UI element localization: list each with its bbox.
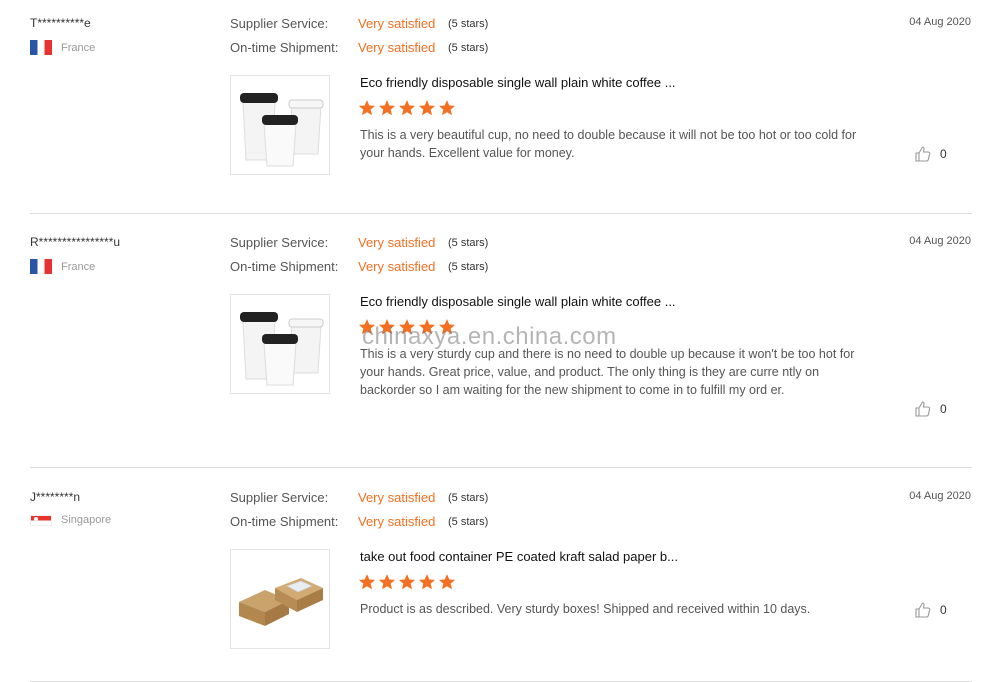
star-icon [398, 319, 416, 335]
singapore-flag-icon [30, 514, 52, 526]
review-date: 04 Aug 2020 [909, 235, 971, 247]
review-text: This is a very beautiful cup, no need to… [360, 128, 857, 160]
supplier-service-label: Supplier Service: [230, 16, 329, 31]
star-icon [418, 574, 436, 590]
supplier-service-rating: Very satisfied [358, 16, 436, 31]
review-star-rating [358, 573, 456, 591]
supplier-service-rating: Very satisfied [358, 490, 436, 505]
star-icon [438, 574, 456, 590]
star-icon [398, 100, 416, 116]
like-count: 0 [940, 402, 947, 416]
review-star-rating [358, 99, 456, 117]
coffee-cups-image [240, 312, 324, 386]
review-date: 04 Aug 2020 [909, 490, 971, 502]
ontime-shipment-stars: (5 stars) [448, 261, 489, 273]
thumbs-up-icon [915, 602, 931, 618]
reviewer-name: R****************u [30, 235, 121, 249]
ontime-shipment-rating: Very satisfied [358, 40, 436, 55]
star-icon [378, 574, 396, 590]
ontime-shipment-label: On-time Shipment: [230, 259, 339, 274]
reviewer-country: Singapore [30, 514, 111, 526]
reviewer-name: J********n [30, 490, 81, 504]
supplier-service-rating: Very satisfied [358, 235, 436, 250]
star-icon [438, 319, 456, 335]
like-button[interactable]: 0 [914, 145, 947, 163]
star-icon [358, 319, 376, 335]
ontime-shipment-rating: Very satisfied [358, 259, 436, 274]
product-thumbnail[interactable] [230, 75, 330, 175]
ontime-shipment-stars: (5 stars) [448, 516, 489, 528]
star-icon [378, 100, 396, 116]
country-name: France [61, 260, 96, 273]
supplier-service-stars: (5 stars) [448, 237, 489, 249]
supplier-service-label: Supplier Service: [230, 490, 329, 505]
like-count: 0 [940, 147, 947, 161]
reviewer-name: T**********e [30, 16, 91, 30]
supplier-service-stars: (5 stars) [448, 18, 489, 30]
ontime-shipment-stars: (5 stars) [448, 42, 489, 54]
country-name: Singapore [61, 514, 112, 526]
review-divider [30, 213, 972, 214]
star-icon [418, 319, 436, 335]
like-button[interactable]: 0 [914, 400, 947, 418]
ontime-shipment-label: On-time Shipment: [230, 40, 339, 55]
kraft-boxes-image [239, 578, 323, 626]
france-flag-icon [30, 259, 52, 274]
ontime-shipment-label: On-time Shipment: [230, 514, 339, 529]
review-text: This is a very sturdy cup and there is n… [360, 347, 855, 397]
product-title[interactable]: Eco friendly disposable single wall plai… [360, 75, 780, 90]
thumbs-up-icon [915, 146, 931, 162]
reviewer-country: France [30, 259, 95, 274]
country-name: France [61, 41, 96, 54]
star-icon [358, 100, 376, 116]
like-button[interactable]: 0 [914, 601, 947, 619]
product-title[interactable]: take out food container PE coated kraft … [360, 549, 780, 564]
review-text: Product is as described. Very sturdy box… [360, 602, 811, 616]
star-icon [358, 574, 376, 590]
review-star-rating [358, 318, 456, 336]
supplier-service-stars: (5 stars) [448, 492, 489, 504]
star-icon [438, 100, 456, 116]
review-divider [30, 467, 972, 468]
ontime-shipment-rating: Very satisfied [358, 514, 436, 529]
thumbs-up-icon [915, 401, 931, 417]
coffee-cups-image [240, 93, 324, 167]
france-flag-icon [30, 40, 52, 55]
star-icon [398, 574, 416, 590]
star-icon [378, 319, 396, 335]
star-icon [418, 100, 436, 116]
like-count: 0 [940, 603, 947, 617]
reviewer-country: France [30, 40, 95, 55]
product-thumbnail[interactable] [230, 549, 330, 649]
supplier-service-label: Supplier Service: [230, 235, 329, 250]
review-date: 04 Aug 2020 [909, 16, 971, 28]
product-title[interactable]: Eco friendly disposable single wall plai… [360, 294, 780, 309]
product-thumbnail[interactable] [230, 294, 330, 394]
